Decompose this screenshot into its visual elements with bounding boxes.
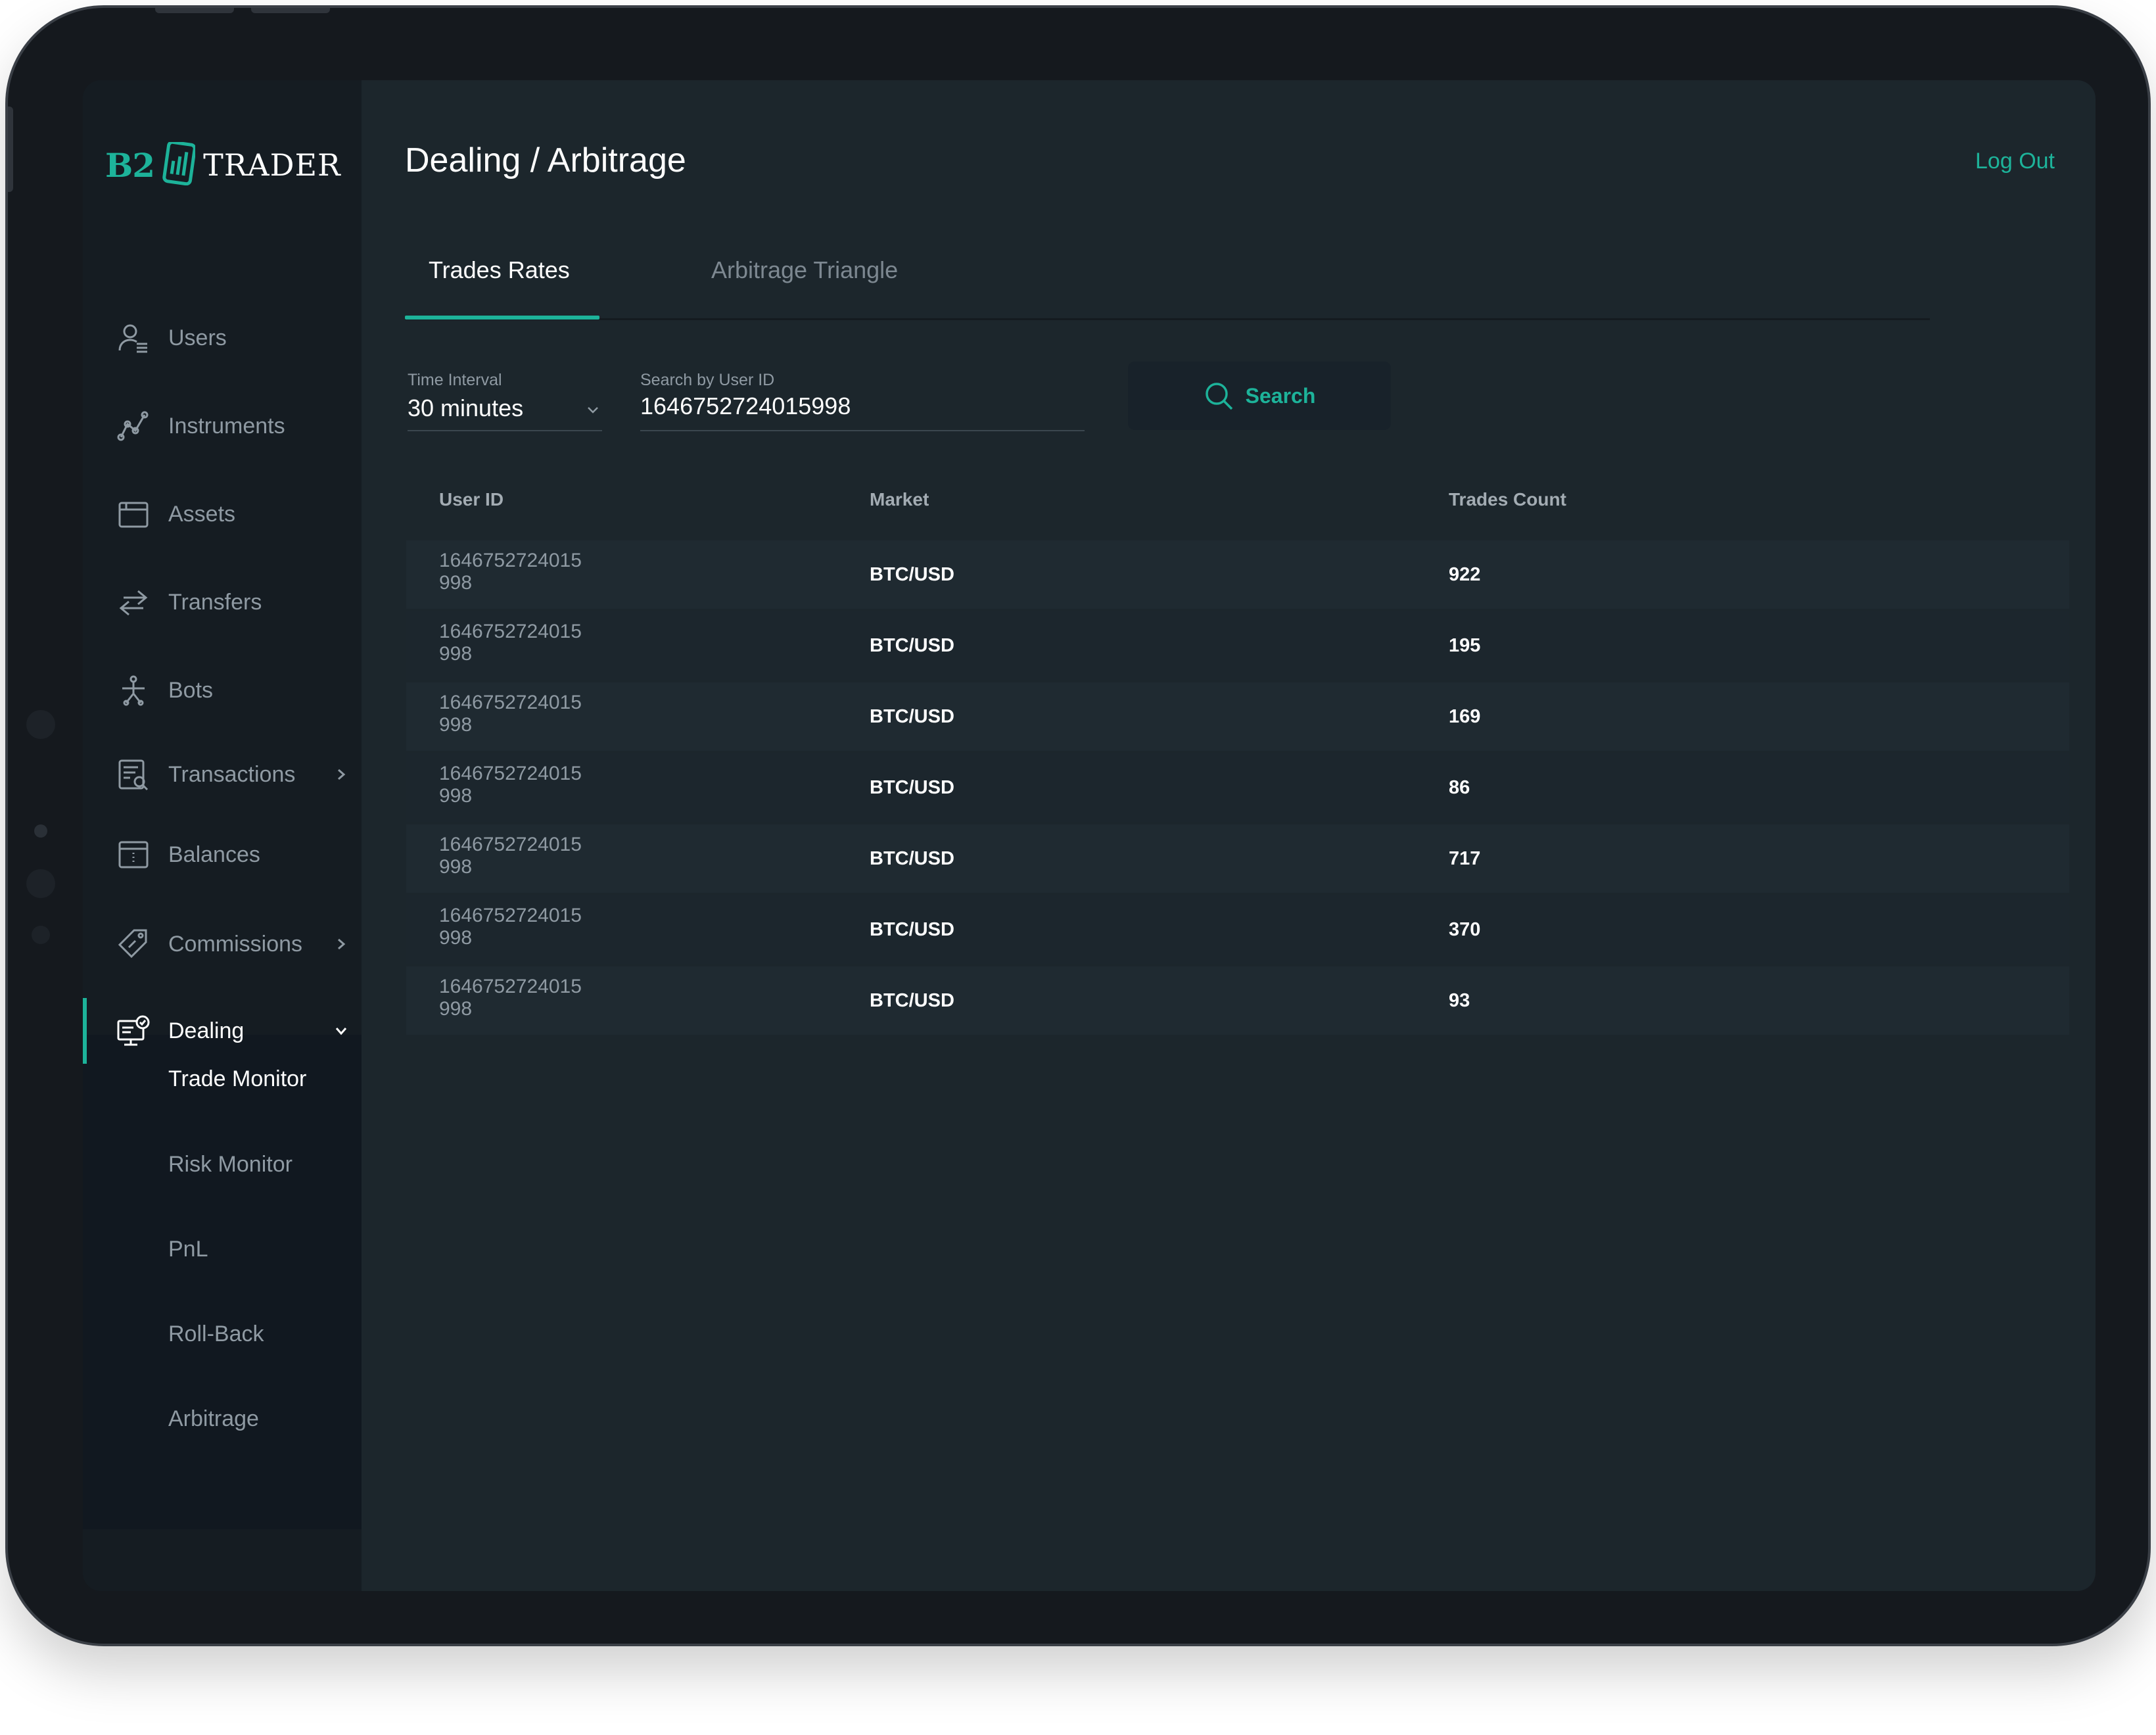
table-row[interactable]: 1646752724015998 BTC/USD 195 xyxy=(406,611,2069,680)
camera-dot xyxy=(34,824,47,838)
submenu-item-pnl[interactable]: PnL xyxy=(168,1237,208,1262)
submenu-item-roll-back[interactable]: Roll-Back xyxy=(168,1321,264,1347)
column-header-market[interactable]: Market xyxy=(870,489,929,510)
dealing-icon xyxy=(116,1013,151,1049)
balances-icon xyxy=(116,837,151,872)
table-row[interactable]: 1646752724015998 BTC/USD 169 xyxy=(406,682,2069,751)
app-screen: B2 TRADER Users Instruments Assets Trans… xyxy=(83,80,2096,1591)
logo-tablet-icon xyxy=(161,140,197,189)
search-button-label: Search xyxy=(1245,383,1316,408)
submenu-item-arbitrage[interactable]: Arbitrage xyxy=(168,1406,259,1432)
device-button xyxy=(251,8,330,13)
sidebar-item-users[interactable]: Users xyxy=(83,305,362,371)
cell-market: BTC/USD xyxy=(870,777,954,798)
cell-market: BTC/USD xyxy=(870,919,954,940)
search-button[interactable]: Search xyxy=(1128,362,1391,430)
column-header-user-id[interactable]: User ID xyxy=(439,489,504,510)
cell-market: BTC/USD xyxy=(870,848,954,869)
cell-user-id: 1646752724015998 xyxy=(439,905,582,949)
sidebar-item-bots[interactable]: Bots xyxy=(83,657,362,723)
cell-user-id: 1646752724015998 xyxy=(439,621,582,665)
active-tab-underline xyxy=(405,316,599,320)
table-row[interactable]: 1646752724015998 BTC/USD 370 xyxy=(406,895,2069,964)
user-id-search-input[interactable] xyxy=(640,392,1074,421)
chevron-right-icon xyxy=(331,765,351,784)
field-underline xyxy=(640,430,1085,431)
logout-link[interactable]: Log Out xyxy=(1975,149,2055,174)
tabs-divider xyxy=(405,318,1930,320)
time-interval-value: 30 minutes xyxy=(408,394,524,421)
tab-trades-rates[interactable]: Trades Rates xyxy=(429,256,570,284)
cell-user-id: 1646752724015998 xyxy=(439,976,582,1020)
cell-market: BTC/USD xyxy=(870,635,954,656)
chevron-down-icon xyxy=(331,1021,351,1041)
chevron-down-icon xyxy=(588,407,598,414)
chevron-right-icon xyxy=(331,934,351,954)
sidebar-item-dealing[interactable]: Dealing xyxy=(83,998,362,1064)
cell-market: BTC/USD xyxy=(870,564,954,585)
time-interval-label: Time Interval xyxy=(408,371,502,389)
column-header-trades-count[interactable]: Trades Count xyxy=(1449,489,1566,510)
sidebar-item-assets[interactable]: Assets xyxy=(83,481,362,547)
camera-dot xyxy=(26,710,55,739)
assets-icon xyxy=(116,496,151,532)
logo-trader-text: TRADER xyxy=(203,147,341,183)
cell-market: BTC/USD xyxy=(870,990,954,1011)
table-row[interactable]: 1646752724015998 BTC/USD 922 xyxy=(406,540,2069,609)
logo-b2-text: B2 xyxy=(105,145,155,185)
sidebar-item-label: Users xyxy=(168,325,227,350)
page-title: Dealing / Arbitrage xyxy=(405,141,686,179)
cell-trades-count: 922 xyxy=(1449,564,1481,585)
table-row[interactable]: 1646752724015998 BTC/USD 93 xyxy=(406,966,2069,1035)
sidebar-item-label: Balances xyxy=(168,842,260,867)
sidebar-item-transactions[interactable]: Transactions xyxy=(83,742,362,807)
table-row[interactable]: 1646752724015998 BTC/USD 86 xyxy=(406,753,2069,822)
cell-trades-count: 717 xyxy=(1449,848,1481,869)
cell-user-id: 1646752724015998 xyxy=(439,763,582,807)
cell-user-id: 1646752724015998 xyxy=(439,692,582,736)
sidebar: B2 TRADER Users Instruments Assets Trans… xyxy=(83,80,362,1591)
transfers-icon xyxy=(116,584,151,620)
commissions-icon xyxy=(116,926,151,962)
cell-trades-count: 169 xyxy=(1449,706,1481,727)
sidebar-item-instruments[interactable]: Instruments xyxy=(83,393,362,459)
sidebar-item-balances[interactable]: Balances xyxy=(83,822,362,888)
cell-user-id: 1646752724015998 xyxy=(439,834,582,878)
camera-dot xyxy=(32,926,50,944)
user-id-label: Search by User ID xyxy=(640,371,775,389)
field-underline xyxy=(408,430,602,431)
instruments-icon xyxy=(116,408,151,444)
device-button xyxy=(8,107,13,192)
tablet-frame: B2 TRADER Users Instruments Assets Trans… xyxy=(5,5,2151,1646)
camera-dot xyxy=(26,869,55,898)
cell-user-id: 1646752724015998 xyxy=(439,550,582,594)
transactions-icon xyxy=(116,757,151,792)
sidebar-item-transfers[interactable]: Transfers xyxy=(83,569,362,635)
logo[interactable]: B2 TRADER xyxy=(105,140,341,189)
submenu-item-risk-monitor[interactable]: Risk Monitor xyxy=(168,1152,293,1177)
cell-trades-count: 195 xyxy=(1449,635,1481,656)
tab-arbitrage-triangle[interactable]: Arbitrage Triangle xyxy=(711,256,898,284)
sidebar-item-label: Commissions xyxy=(168,931,303,957)
cell-trades-count: 93 xyxy=(1449,990,1470,1011)
sidebar-item-label: Dealing xyxy=(168,1018,245,1043)
sidebar-item-label: Assets xyxy=(168,501,236,527)
sidebar-item-label: Instruments xyxy=(168,413,285,439)
cell-trades-count: 86 xyxy=(1449,777,1470,798)
sidebar-item-label: Bots xyxy=(168,677,214,703)
cell-trades-count: 370 xyxy=(1449,919,1481,940)
active-indicator xyxy=(83,998,87,1064)
bots-icon xyxy=(116,673,151,708)
table-row[interactable]: 1646752724015998 BTC/USD 717 xyxy=(406,824,2069,893)
cell-market: BTC/USD xyxy=(870,706,954,727)
device-button xyxy=(155,8,234,13)
sidebar-item-commissions[interactable]: Commissions xyxy=(83,911,362,977)
dealing-submenu-panel xyxy=(83,1035,362,1529)
sidebar-item-label: Transactions xyxy=(168,761,296,787)
search-icon xyxy=(1205,383,1232,410)
user-icon xyxy=(116,320,151,356)
submenu-item-trade-monitor[interactable]: Trade Monitor xyxy=(168,1066,306,1092)
sidebar-item-label: Transfers xyxy=(168,589,262,615)
